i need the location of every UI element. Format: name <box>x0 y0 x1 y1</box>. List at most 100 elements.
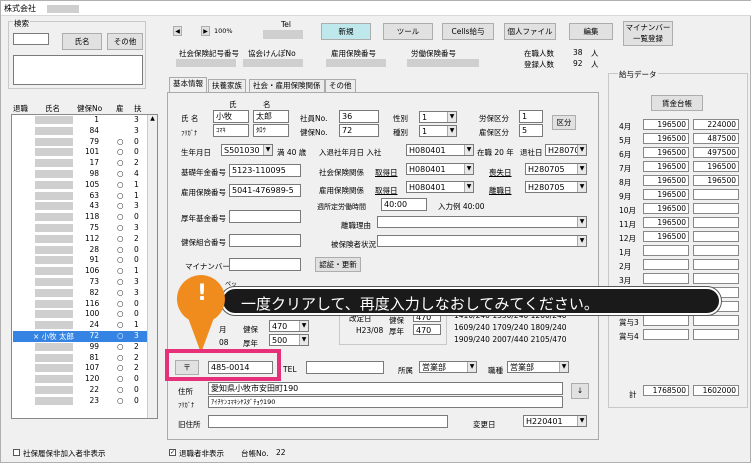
tool-button[interactable]: ツール <box>383 23 433 40</box>
jusho-input[interactable]: 愛知県小牧市安田町190 <box>208 382 563 395</box>
koyou-kbn-input[interactable]: 5 <box>519 124 543 137</box>
salary-cell-a[interactable]: 196500 <box>643 147 689 158</box>
address-down-icon[interactable]: ↓ <box>571 383 589 399</box>
tab-other[interactable]: その他 <box>325 79 356 92</box>
seibetsu-select[interactable]: 1 ▼ <box>419 111 457 123</box>
chevron-down-icon[interactable]: ▼ <box>467 362 476 372</box>
list-item[interactable]: 79 ○ 0 <box>13 137 153 148</box>
list-item[interactable]: 105 ○ 1 <box>13 180 153 191</box>
salary-cell-b[interactable]: 487500 <box>693 133 739 144</box>
list-item[interactable]: 98 ○ 4 <box>13 169 153 180</box>
list-item[interactable]: 91 ○ 0 <box>13 255 153 266</box>
tel-input[interactable] <box>306 361 384 374</box>
other-search-button[interactable]: その他 <box>107 33 143 50</box>
mynumber-input[interactable] <box>229 258 301 271</box>
chevron-down-icon[interactable]: ▼ <box>464 164 473 174</box>
hide-non-insured-checkbox[interactable] <box>13 449 20 456</box>
list-item[interactable]: 75 ○ 3 <box>13 223 153 234</box>
new-button[interactable]: 新規 <box>321 23 371 40</box>
salary-cell-b[interactable] <box>693 259 739 270</box>
salary-cell-b[interactable]: 224000 <box>693 119 739 130</box>
shain-no-input[interactable]: 36 <box>339 110 379 123</box>
list-item[interactable]: 28 ○ 0 <box>13 245 153 256</box>
salary-cell-b[interactable] <box>693 329 739 340</box>
wage-ledger-button[interactable]: 賃金台帳 <box>651 95 703 111</box>
list-item[interactable]: 101 ○ 0 <box>13 147 153 158</box>
salary-cell-b[interactable] <box>693 217 739 228</box>
list-item[interactable]: 81 ○ 2 <box>13 353 153 364</box>
salary-cell-b[interactable]: 497500 <box>693 147 739 158</box>
chevron-down-icon[interactable]: ▼ <box>577 182 586 192</box>
list-item[interactable]: 84 3 <box>13 126 153 137</box>
chevron-down-icon[interactable]: ▼ <box>559 362 568 372</box>
list-item[interactable]: 43 ○ 3 <box>13 201 153 212</box>
list-item[interactable]: 116 ○ 0 <box>13 299 153 310</box>
list-item[interactable]: × 小牧 太郎 72 ○ 3 <box>13 331 153 342</box>
soshitsu-select[interactable]: H280705 ▼ <box>525 163 587 175</box>
chevron-down-icon[interactable]: ▼ <box>577 145 586 155</box>
list-item[interactable]: 13 <box>13 115 153 126</box>
taisha-select[interactable]: H280705 ▼ <box>545 144 587 156</box>
salary-cell-a[interactable] <box>643 245 689 256</box>
nyusha-select[interactable]: H080401 ▼ <box>406 144 474 156</box>
chevron-down-icon[interactable]: ▼ <box>577 164 586 174</box>
salary-cell-b[interactable] <box>693 203 739 214</box>
shotei-input[interactable]: 40:00 <box>381 198 427 211</box>
kenkumi-input[interactable] <box>229 234 301 247</box>
sei-kana-input[interactable]: ｺﾏｷ <box>213 124 249 137</box>
kenpo-no-input[interactable]: 72 <box>339 124 379 137</box>
employee-list[interactable]: 1 3 84 3 79 ○ 0 101 ○ 0 17 ○ 2 98 ○ 4 105 ○ 1 63 ○ 1 43 ○ 3 118 ○ 0… <box>11 114 158 419</box>
chevron-down-icon[interactable]: ▼ <box>464 182 473 192</box>
next-icon[interactable]: ▶ <box>201 26 210 36</box>
chevron-down-icon[interactable]: ▼ <box>464 145 473 155</box>
salary-cell-a[interactable]: 196500 <box>643 161 689 172</box>
tab-dependents[interactable]: 扶養家族 <box>208 79 246 92</box>
chevron-down-icon[interactable]: ▼ <box>447 112 456 122</box>
shutoku-select[interactable]: H080401 ▼ <box>406 163 474 175</box>
ninsho-button[interactable]: 認証・更新 <box>315 257 361 272</box>
tab-insurance[interactable]: 社会・雇用保険関係 <box>249 79 325 92</box>
henko-select[interactable]: H220401 ▼ <box>523 415 587 427</box>
shozoku-select[interactable]: 営業部 ▼ <box>419 361 477 373</box>
kyu-input[interactable] <box>208 415 448 428</box>
salary-cell-a[interactable]: 196500 <box>643 175 689 186</box>
list-item[interactable]: 24 ○ 1 <box>13 320 153 331</box>
list-item[interactable]: 63 ○ 1 <box>13 191 153 202</box>
salary-cell-b[interactable]: 196500 <box>693 161 739 172</box>
shubetsu-select[interactable]: 1 ▼ <box>419 125 457 137</box>
rishoku-select[interactable]: H280705 ▼ <box>525 181 587 193</box>
name-search-button[interactable]: 氏名 <box>62 33 102 50</box>
salary-cell-b[interactable] <box>693 315 739 326</box>
hiho-select[interactable]: ▼ <box>377 235 587 247</box>
chevron-down-icon[interactable]: ▼ <box>577 236 586 246</box>
salary-cell-a[interactable] <box>643 273 689 284</box>
list-item[interactable]: 120 ○ 0 <box>13 374 153 385</box>
riyu-select[interactable]: ▼ <box>377 216 587 228</box>
list-item[interactable]: 118 ○ 0 <box>13 212 153 223</box>
salary-cell-a[interactable] <box>643 315 689 326</box>
list-item[interactable]: 73 ○ 3 <box>13 277 153 288</box>
list-item[interactable]: 106 ○ 1 <box>13 266 153 277</box>
list-item[interactable]: 23 ○ 0 <box>13 396 153 407</box>
list-item[interactable]: 22 ○ 0 <box>13 385 153 396</box>
scroll-up-icon[interactable]: ▲ <box>148 115 157 122</box>
salary-cell-a[interactable]: 196500 <box>643 119 689 130</box>
kosei-input[interactable] <box>229 210 301 223</box>
jusho-kana-input[interactable]: ｱｲﾁｹﾝｺﾏｷｼﾔｽﾀﾞﾁｮｳ190 <box>208 396 563 408</box>
shokushu-select[interactable]: 営業部 ▼ <box>507 361 569 373</box>
salary-cell-a[interactable]: 196500 <box>643 203 689 214</box>
salary-cell-a[interactable]: 196500 <box>643 189 689 200</box>
personal-file-button[interactable]: 個人ファイル <box>504 23 556 40</box>
shutoku2-select[interactable]: H080401 ▼ <box>406 181 474 193</box>
list-item[interactable]: 100 ○ 0 <box>13 309 153 320</box>
koyoho-input[interactable]: 5041-476989-5 <box>229 184 301 197</box>
chevron-down-icon[interactable]: ▼ <box>577 217 586 227</box>
kubun-button[interactable]: 区分 <box>552 115 576 130</box>
list-item[interactable]: 99 ○ 2 <box>13 342 153 353</box>
shutoku2-label[interactable]: 取得日 <box>375 185 398 196</box>
salary-cell-b[interactable] <box>693 189 739 200</box>
mei-kana-input[interactable]: ﾀﾛｳ <box>253 124 289 137</box>
chevron-down-icon[interactable]: ▼ <box>577 416 586 426</box>
tab-basic[interactable]: 基本情報 <box>169 77 207 92</box>
chevron-down-icon[interactable]: ▼ <box>299 335 308 345</box>
